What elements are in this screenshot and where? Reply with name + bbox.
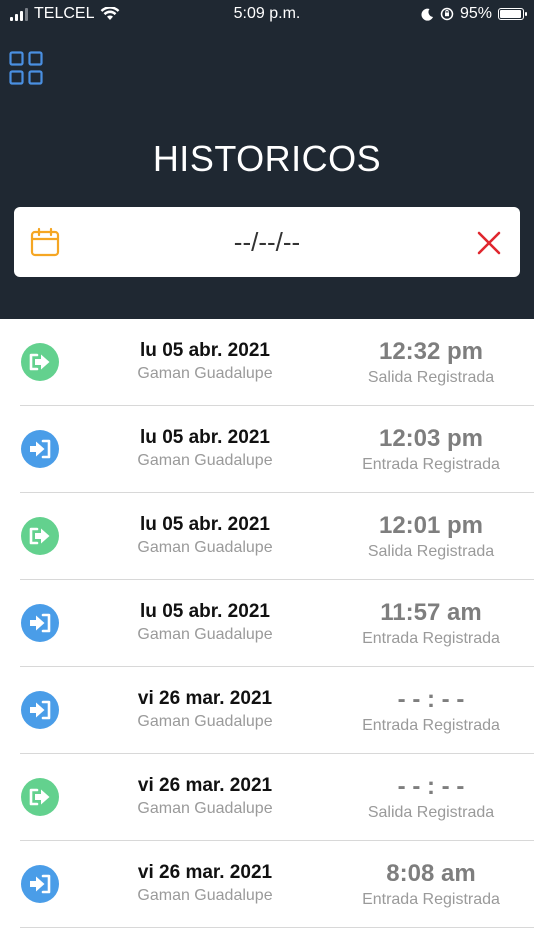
exit-icon (20, 342, 60, 382)
record-info: vi 26 mar. 2021 Gaman Guadalupe (100, 687, 310, 733)
record-status: Entrada Registrada (362, 630, 500, 647)
record-place: Gaman Guadalupe (137, 887, 273, 904)
record-info: vi 26 mar. 2021 Gaman Guadalupe (100, 861, 310, 907)
record-date: lu 05 abr. 2021 (140, 340, 270, 361)
list-item[interactable]: lu 05 abr. 2021 Gaman Guadalupe 12:03 pm… (20, 406, 534, 493)
enter-icon (20, 429, 60, 469)
record-status: Entrada Registrada (362, 717, 500, 734)
record-place: Gaman Guadalupe (137, 626, 273, 643)
record-time-block: 12:32 pm Salida Registrada (350, 337, 512, 389)
record-time: 12:01 pm (378, 512, 484, 539)
orientation-lock-icon (440, 7, 454, 21)
record-time-block: 12:03 pm Entrada Registrada (350, 424, 512, 476)
record-info: vi 26 mar. 2021 Gaman Guadalupe (100, 774, 310, 820)
record-time-block: - - : - - Salida Registrada (350, 772, 512, 824)
record-time: - - : - - (397, 773, 465, 800)
enter-icon (20, 690, 60, 730)
record-date: vi 26 mar. 2021 (137, 775, 273, 796)
records-list: lu 05 abr. 2021 Gaman Guadalupe 12:32 pm… (0, 319, 534, 928)
record-status: Entrada Registrada (362, 456, 500, 473)
record-info: lu 05 abr. 2021 Gaman Guadalupe (100, 600, 310, 646)
record-place: Gaman Guadalupe (137, 713, 273, 730)
status-bar: TELCEL 5:09 p.m. 95% (0, 0, 534, 28)
close-icon[interactable] (476, 230, 502, 256)
record-info: lu 05 abr. 2021 Gaman Guadalupe (100, 513, 310, 559)
date-filter[interactable]: --/--/-- (14, 207, 520, 277)
record-time: 8:08 am (386, 860, 476, 887)
battery-percent: 95% (459, 5, 492, 22)
record-place: Gaman Guadalupe (137, 800, 273, 817)
battery-icon (498, 8, 527, 20)
grid-menu-icon[interactable] (9, 51, 43, 85)
record-time: 11:57 am (380, 599, 482, 626)
list-item[interactable]: lu 05 abr. 2021 Gaman Guadalupe 12:32 pm… (20, 319, 534, 406)
record-date: vi 26 mar. 2021 (137, 862, 273, 883)
record-time: 12:03 pm (378, 425, 484, 452)
exit-icon (20, 777, 60, 817)
record-status: Salida Registrada (367, 543, 495, 560)
record-time: 12:32 pm (378, 338, 484, 365)
record-place: Gaman Guadalupe (137, 365, 273, 382)
record-date: lu 05 abr. 2021 (140, 427, 270, 448)
record-time-block: - - : - - Entrada Registrada (350, 685, 512, 737)
record-status: Entrada Registrada (362, 891, 500, 908)
moon-icon (421, 8, 433, 21)
record-date: lu 05 abr. 2021 (140, 514, 270, 535)
list-item[interactable]: vi 26 mar. 2021 Gaman Guadalupe 8:08 am … (20, 841, 534, 928)
record-time-block: 12:01 pm Salida Registrada (350, 511, 512, 563)
record-status: Salida Registrada (367, 804, 495, 821)
enter-icon (20, 864, 60, 904)
list-item[interactable]: vi 26 mar. 2021 Gaman Guadalupe - - : - … (20, 667, 534, 754)
record-time-block: 8:08 am Entrada Registrada (350, 859, 512, 911)
list-item[interactable]: lu 05 abr. 2021 Gaman Guadalupe 11:57 am… (20, 580, 534, 667)
header: TELCEL 5:09 p.m. 95% HISTORICOS --/--/-- (0, 0, 534, 319)
status-right: 95% (421, 5, 527, 23)
record-time: - - : - - (397, 686, 465, 713)
list-item[interactable]: vi 26 mar. 2021 Gaman Guadalupe - - : - … (20, 754, 534, 841)
date-value[interactable]: --/--/-- (14, 227, 520, 258)
record-place: Gaman Guadalupe (137, 452, 273, 469)
exit-icon (20, 516, 60, 556)
record-info: lu 05 abr. 2021 Gaman Guadalupe (100, 339, 310, 385)
record-time-block: 11:57 am Entrada Registrada (350, 598, 512, 650)
battery-level (500, 10, 521, 18)
record-status: Salida Registrada (367, 369, 495, 386)
record-place: Gaman Guadalupe (137, 539, 273, 556)
record-info: lu 05 abr. 2021 Gaman Guadalupe (100, 426, 310, 472)
enter-icon (20, 603, 60, 643)
page-title: HISTORICOS (152, 138, 382, 179)
record-date: vi 26 mar. 2021 (137, 688, 273, 709)
record-date: lu 05 abr. 2021 (140, 601, 270, 622)
list-item[interactable]: lu 05 abr. 2021 Gaman Guadalupe 12:01 pm… (20, 493, 534, 580)
